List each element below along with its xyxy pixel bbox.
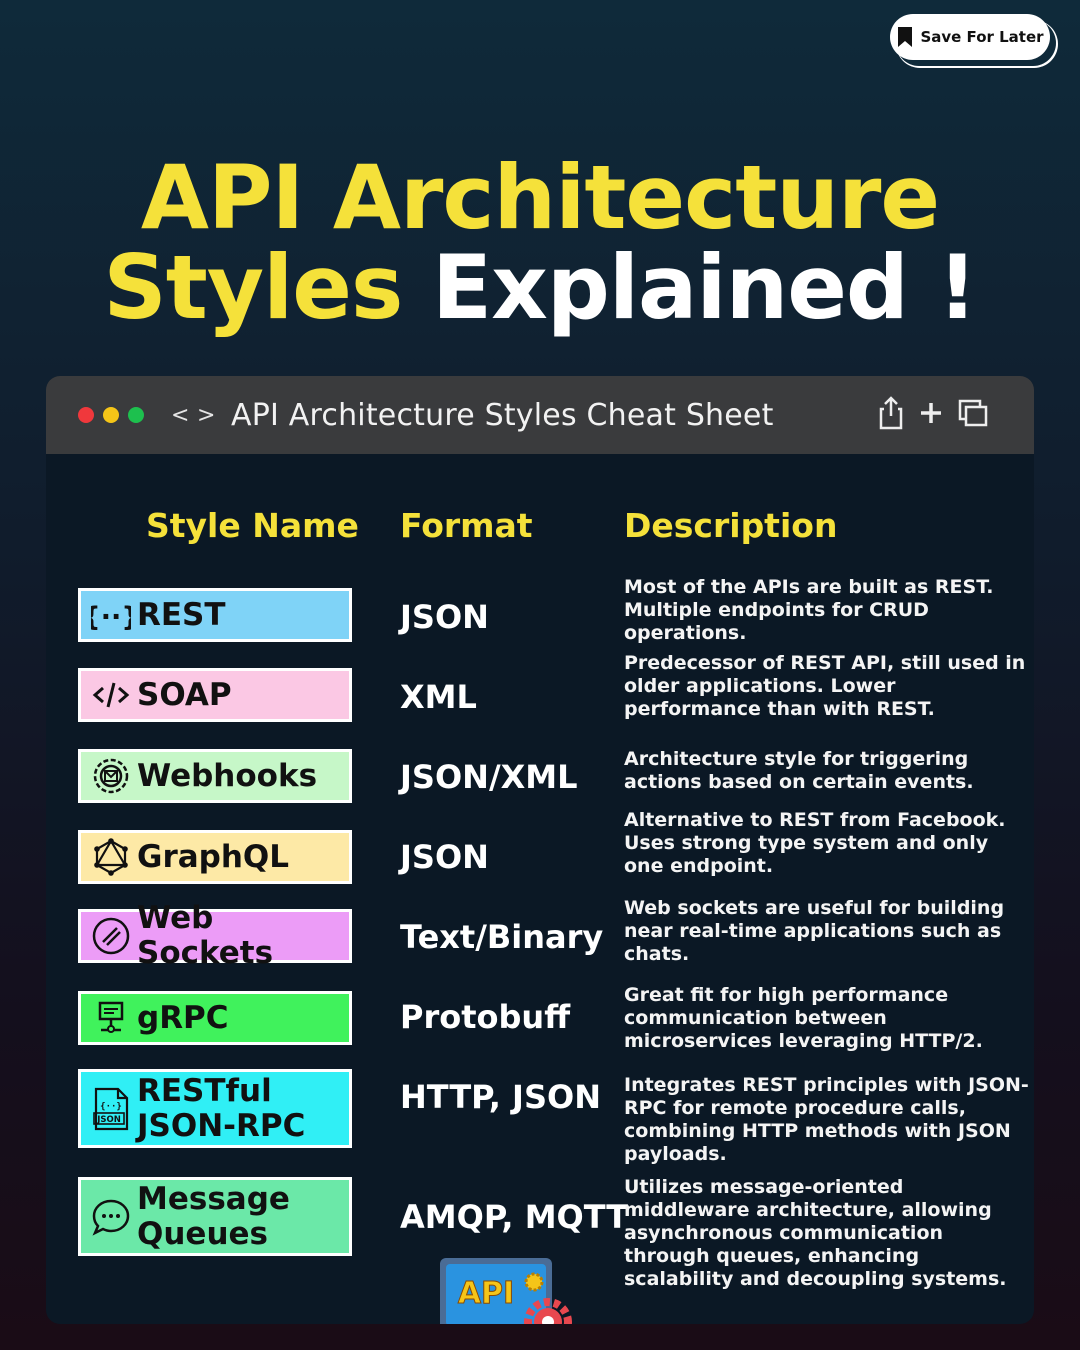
curly-braces-icon: {··} [91, 595, 131, 635]
column-header-style-name: Style Name [146, 506, 359, 545]
forward-chevron-icon[interactable]: > [197, 403, 217, 428]
title-rest: Explained ! [432, 236, 978, 339]
window-title-bar: < > API Architecture Styles Cheat Sheet [46, 376, 1034, 454]
format-cell: HTTP, JSON [400, 1078, 601, 1116]
format-cell: XML [400, 678, 477, 716]
column-header-description: Description [624, 506, 838, 545]
style-name: GraphQL [137, 838, 290, 875]
style-name: Web Sockets [137, 900, 274, 971]
description-cell: Integrates REST principles with JSON-RPC… [624, 1074, 1029, 1165]
column-header-format: Format [400, 506, 533, 545]
format-cell: Text/Binary [400, 918, 604, 956]
style-name: RESTful JSON-RPC [137, 1072, 306, 1144]
format-cell: AMQP, MQTT [400, 1198, 629, 1236]
share-icon[interactable] [878, 396, 904, 430]
back-chevron-icon[interactable]: < [171, 403, 191, 428]
bookmark-icon [898, 27, 913, 47]
style-chip-rest[interactable]: {··} REST [78, 588, 352, 642]
minimize-dot[interactable] [103, 407, 119, 423]
style-name: SOAP [137, 676, 232, 713]
maximize-dot[interactable] [128, 407, 144, 423]
api-monitor-gear-icon: API [440, 1258, 572, 1324]
graphql-icon [91, 837, 131, 877]
style-chip-message-queues[interactable]: Message Queues [78, 1177, 352, 1256]
description-cell: Utilizes message-oriented middleware arc… [624, 1176, 1007, 1290]
tabs-icon[interactable] [958, 399, 988, 427]
format-cell: Protobuff [400, 998, 571, 1036]
window-title: API Architecture Styles Cheat Sheet [231, 397, 774, 433]
save-for-later-label: Save For Later [920, 28, 1044, 46]
description-cell: Great fit for high performance communica… [624, 984, 983, 1052]
json-file-icon: {··} JSON [91, 1087, 131, 1130]
style-chip-grpc[interactable]: gRPC [78, 991, 352, 1045]
description-cell: Predecessor of REST API, still used in o… [624, 652, 1026, 720]
close-dot[interactable] [78, 407, 94, 423]
format-cell: JSON [400, 598, 489, 636]
svg-text:JSON: JSON [96, 1115, 121, 1125]
description-cell: Architecture style for triggering action… [624, 748, 974, 793]
style-chip-graphql[interactable]: GraphQL [78, 830, 352, 884]
style-chip-webhooks[interactable]: Webhooks [78, 749, 352, 803]
webhook-gear-icon [91, 756, 131, 796]
svg-text:{··}: {··} [100, 1102, 122, 1112]
description-cell: Alternative to REST from Facebook. Uses … [624, 809, 1006, 877]
chat-bubble-icon [91, 1197, 131, 1237]
api-label: API [458, 1276, 514, 1311]
svg-text:{··}: {··} [91, 602, 131, 633]
page-title-line-2: Styles Explained ! [0, 242, 1080, 334]
style-name: Webhooks [137, 757, 318, 794]
title-highlight: Styles [103, 236, 403, 339]
description-cell: Web sockets are useful for building near… [624, 897, 1005, 965]
code-tag-icon [91, 675, 131, 715]
page-title-line-1: API Architecture [140, 146, 940, 249]
style-name: Message Queues [137, 1180, 290, 1252]
description-cell: Most of the APIs are built as REST. Mult… [624, 576, 994, 644]
style-name: gRPC [137, 999, 229, 1036]
plus-icon[interactable] [920, 402, 942, 424]
grpc-icon [91, 998, 131, 1038]
style-chip-web-sockets[interactable]: Web Sockets [78, 901, 352, 971]
format-cell: JSON/XML [400, 758, 578, 796]
window-actions [878, 396, 988, 430]
cheat-sheet-window: < > API Architecture Styles Cheat Sheet … [46, 376, 1034, 1324]
format-cell: JSON [400, 838, 489, 876]
save-for-later-button[interactable]: Save For Later [890, 14, 1050, 60]
websocket-icon [91, 916, 131, 956]
style-chip-restful-json-rpc[interactable]: {··} JSON RESTful JSON-RPC [78, 1069, 352, 1148]
style-chip-soap[interactable]: SOAP [78, 668, 352, 722]
style-name: REST [137, 596, 226, 633]
